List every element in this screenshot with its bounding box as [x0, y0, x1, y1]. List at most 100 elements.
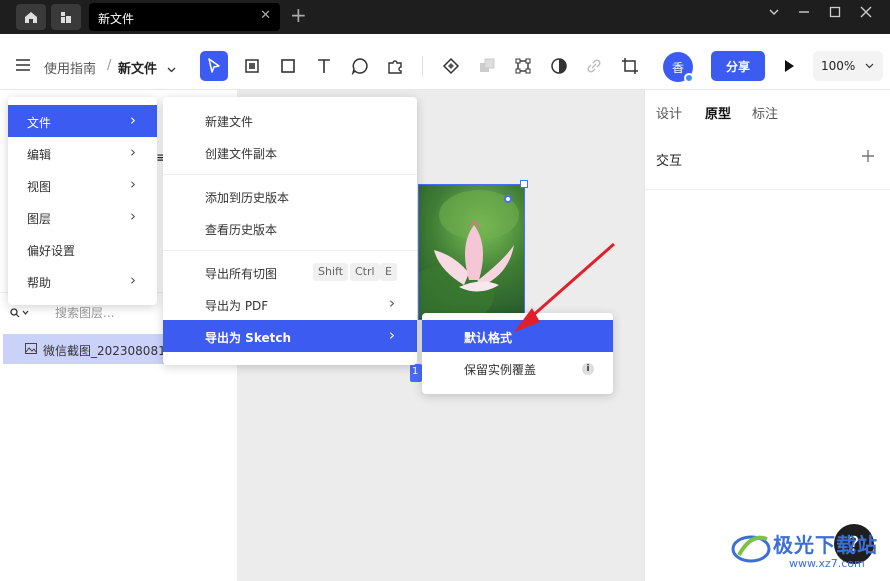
menu-item-edit[interactable]: 编辑 › — [8, 137, 157, 169]
maximize-icon[interactable] — [829, 6, 841, 22]
frame-tool-button[interactable] — [238, 51, 266, 81]
menu-item-file[interactable]: 文件 › — [8, 105, 157, 137]
search-icon[interactable] — [10, 307, 30, 322]
zoom-dropdown[interactable]: 100% — [813, 51, 883, 81]
rotate-handle[interactable] — [504, 195, 512, 203]
home-button[interactable] — [16, 4, 46, 30]
chevron-right-icon: › — [130, 175, 136, 193]
present-button[interactable] — [775, 51, 803, 81]
file-name[interactable]: 新文件 — [118, 58, 157, 77]
tab-design[interactable]: 设计 — [656, 103, 682, 122]
chevron-right-icon: › — [130, 111, 136, 129]
file-name-chevron-icon[interactable] — [167, 62, 176, 77]
resize-handle[interactable] — [520, 180, 528, 188]
watermark-logo-icon — [731, 535, 771, 563]
menu-item-label: 默认格式 — [464, 331, 513, 345]
chevron-right-icon: › — [389, 294, 395, 312]
menu-item-help[interactable]: 帮助 › — [8, 265, 157, 297]
tab-prototype[interactable]: 原型 — [705, 103, 731, 122]
menu-icon[interactable] — [16, 59, 30, 75]
link-button[interactable] — [580, 51, 608, 81]
link-icon — [587, 59, 601, 73]
puzzle-icon — [388, 60, 402, 74]
rectangle-icon — [281, 59, 295, 73]
avatar[interactable]: 香 — [663, 52, 694, 83]
menu-item-label: 添加到历史版本 — [205, 191, 290, 205]
menu-item-label: 图层 — [27, 212, 52, 226]
file-tab[interactable]: 新文件 ✕ — [89, 3, 280, 31]
shortcut-key: E — [380, 263, 397, 281]
plugin-tool-button[interactable] — [381, 51, 409, 81]
new-tab-button[interactable]: + — [290, 3, 307, 27]
menu-item-label: 文件 — [27, 116, 52, 130]
move-tool-button[interactable] — [200, 51, 228, 81]
tab-inspect[interactable]: 标注 — [752, 103, 778, 122]
comment-tool-button[interactable] — [346, 51, 374, 81]
comment-icon — [351, 58, 368, 75]
mask-button[interactable] — [545, 51, 573, 81]
menu-item-preferences[interactable]: 偏好设置 — [8, 233, 157, 265]
menu-item-view[interactable]: 视图 › — [8, 169, 157, 201]
frame-icon — [245, 59, 259, 73]
path-button[interactable] — [509, 51, 537, 81]
main-menu: 文件 › 编辑 › 视图 › 图层 › 偏好设置 帮助 › — [8, 97, 157, 305]
minimize-icon[interactable] — [798, 6, 810, 22]
menu-item-label: 查看历史版本 — [205, 223, 278, 237]
menu-item-duplicate-file[interactable]: 创建文件副本 — [163, 136, 417, 168]
layer-item-label: 微信截图_202308081 — [43, 344, 166, 358]
share-button[interactable]: 分享 — [711, 51, 765, 81]
menu-item-label: 偏好设置 — [27, 244, 76, 258]
interaction-section-title: 交互 — [656, 154, 683, 169]
zoom-value: 100% — [821, 59, 856, 73]
menu-item-export-sketch[interactable]: 导出为 Sketch › — [163, 320, 417, 352]
breadcrumb-separator: / — [107, 58, 112, 73]
breadcrumb-parent[interactable]: 使用指南 — [44, 58, 96, 77]
watermark: 极光下载站 www.xz7.com — [731, 527, 877, 571]
close-window-icon[interactable] — [860, 6, 872, 22]
file-tab-title: 新文件 — [98, 12, 135, 26]
lotus-image[interactable] — [418, 184, 525, 320]
templates-button[interactable] — [51, 4, 81, 30]
info-icon[interactable]: i — [582, 363, 594, 375]
menu-item-label: 编辑 — [27, 148, 52, 162]
online-status-dot — [684, 73, 694, 83]
rectangle-tool-button[interactable] — [274, 51, 302, 81]
menu-item-label: 导出所有切图 — [205, 267, 278, 281]
menu-item-layer[interactable]: 图层 › — [8, 201, 157, 233]
component-button[interactable] — [437, 51, 465, 81]
menu-item-default-format[interactable]: 默认格式 — [422, 320, 613, 352]
boolean-button[interactable] — [473, 51, 501, 81]
lotus-flower-image — [419, 190, 519, 319]
menu-item-export-slices[interactable]: 导出所有切图 Shift Ctrl E — [163, 256, 417, 288]
menu-item-label: 导出为 Sketch — [205, 331, 292, 345]
menu-item-label: 新建文件 — [205, 115, 254, 129]
menu-item-export-pdf[interactable]: 导出为 PDF › — [163, 288, 417, 320]
layer-search-input[interactable]: 搜索图层... — [55, 304, 114, 321]
file-submenu: 新建文件 创建文件副本 添加到历史版本 查看历史版本 导出所有切图 Shift … — [163, 97, 417, 365]
crop-button[interactable] — [616, 51, 644, 81]
text-icon — [318, 59, 330, 73]
close-tab-icon[interactable]: ✕ — [260, 8, 271, 23]
sketch-submenu: 默认格式 保留实例覆盖 — [422, 313, 613, 394]
text-tool-button[interactable] — [310, 51, 338, 81]
menu-separator — [163, 174, 417, 175]
menu-item-add-history[interactable]: 添加到历史版本 — [163, 180, 417, 212]
menu-item-label: 视图 — [27, 180, 52, 194]
toolbar-divider — [422, 56, 423, 76]
properties-panel: 设计 原型 标注 交互 — [644, 90, 890, 581]
shortcut-key: Shift — [313, 263, 349, 281]
menu-separator — [163, 250, 417, 251]
chevron-right-icon: › — [130, 143, 136, 161]
watermark-url: www.xz7.com — [789, 557, 865, 570]
chevron-right-icon: › — [130, 271, 136, 289]
home-icon — [25, 12, 37, 23]
menu-item-view-history[interactable]: 查看历史版本 — [163, 212, 417, 244]
boolean-icon — [480, 58, 495, 72]
cursor-icon — [208, 58, 220, 73]
menu-item-label: 保留实例覆盖 — [464, 363, 537, 377]
plus-icon — [862, 150, 874, 162]
add-interaction-button[interactable] — [861, 144, 875, 168]
shortcut-key: Ctrl — [350, 263, 380, 281]
menu-item-new-file[interactable]: 新建文件 — [163, 104, 417, 136]
chevron-down-icon[interactable] — [768, 6, 780, 22]
